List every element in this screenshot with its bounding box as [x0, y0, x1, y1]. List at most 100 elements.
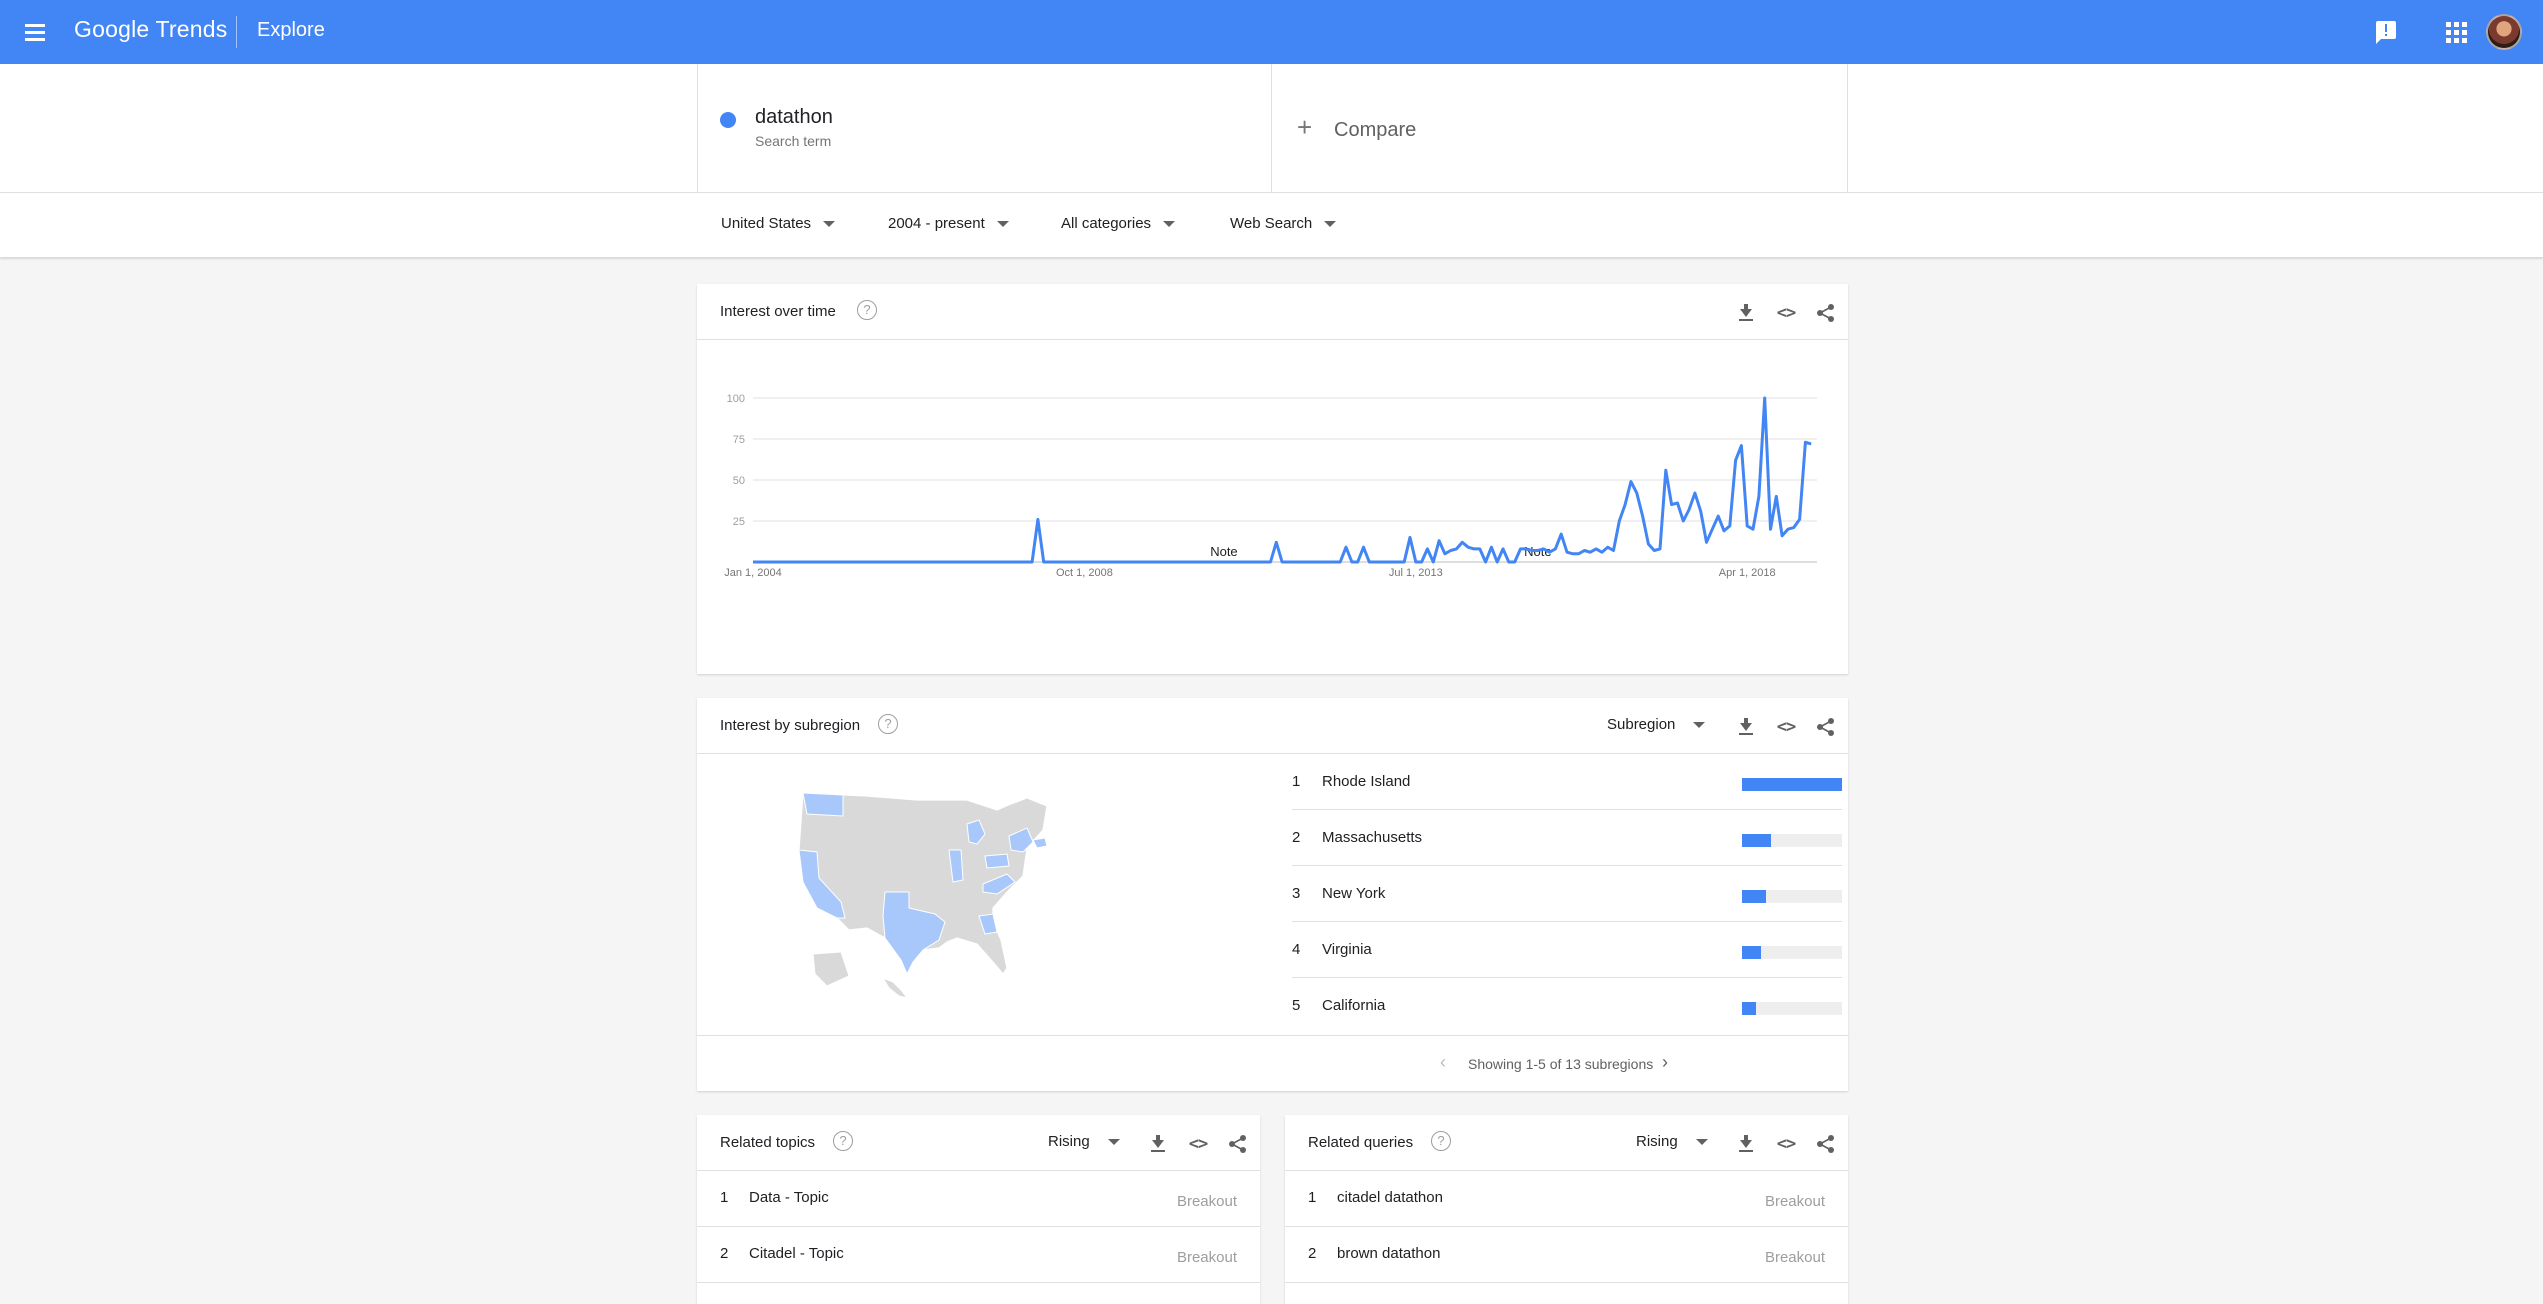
subregion-row[interactable]: 2 Massachusetts 29 [1292, 810, 1842, 866]
row-value: Breakout [1764, 1193, 1825, 1210]
page-title: Explore [257, 19, 325, 41]
avatar[interactable] [2486, 14, 2522, 50]
embed-code-icon[interactable]: <> [1775, 302, 1797, 324]
feedback-icon[interactable] [2373, 18, 2401, 46]
subregion-dropdown[interactable]: Subregion [1607, 716, 1706, 733]
row-rank: 1 [1292, 773, 1301, 790]
search-term-card[interactable]: datathon Search term [697, 64, 1272, 192]
row-name[interactable]: Data - Topic [749, 1189, 829, 1206]
time-filter-label: 2004 - present [888, 215, 985, 232]
header-divider [236, 16, 237, 48]
embed-code-icon[interactable]: <> [1775, 1133, 1797, 1155]
row-value: Breakout [1176, 1249, 1237, 1266]
card-title: Interest over time [720, 303, 836, 320]
caret-down-icon [1695, 1138, 1708, 1145]
map-state-alaska[interactable] [812, 951, 850, 987]
row-name[interactable]: Virginia [1322, 941, 1372, 958]
y-tick-label: 25 [733, 516, 745, 528]
y-tick-label: 100 [727, 393, 745, 405]
search-term[interactable]: datathon [755, 106, 833, 129]
row-rank: 1 [1308, 1189, 1317, 1206]
caret-down-icon [823, 220, 836, 227]
related-query-row[interactable]: 2 brown datathon Breakout [1285, 1227, 1848, 1283]
map-state-washington[interactable] [802, 792, 844, 817]
related-queries-card: Related queries ? Rising <> 1 citadel da… [1285, 1115, 1848, 1304]
download-icon[interactable] [1147, 1133, 1169, 1155]
map-state-pennsylvania[interactable] [984, 853, 1010, 869]
row-value: Breakout [1764, 1249, 1825, 1266]
download-icon[interactable] [1735, 716, 1757, 738]
y-tick-label: 50 [733, 475, 745, 487]
related-topic-row[interactable]: 1 Data - Topic Breakout [697, 1171, 1260, 1227]
subregion-row[interactable]: 3 New York 24 [1292, 866, 1842, 922]
map-state-hawaii[interactable] [881, 976, 909, 999]
help-icon[interactable]: ? [1431, 1131, 1451, 1151]
download-icon[interactable] [1735, 302, 1757, 324]
help-icon[interactable]: ? [833, 1131, 853, 1151]
caret-down-icon [1693, 721, 1706, 728]
embed-code-icon[interactable]: <> [1775, 716, 1797, 738]
row-name[interactable]: citadel datathon [1337, 1189, 1443, 1206]
us-subregion-map[interactable] [797, 790, 1057, 1005]
property-filter-label: Web Search [1230, 215, 1313, 232]
related-query-row[interactable]: 1 citadel datathon Breakout [1285, 1171, 1848, 1227]
card-header: Interest by subregion ? Subregion <> [697, 698, 1848, 754]
map-state-massachusetts[interactable] [1032, 837, 1048, 849]
row-name[interactable]: California [1322, 997, 1385, 1014]
card-title: Related queries [1308, 1134, 1414, 1151]
row-name[interactable]: brown datathon [1337, 1245, 1440, 1262]
subregion-row[interactable]: 1 Rhode Island 100 [1292, 754, 1842, 810]
pager-text: Showing 1-5 of 13 subregions [1468, 1056, 1654, 1072]
x-tick-label: Jan 1, 2004 [724, 567, 782, 579]
apps-grid-icon[interactable] [2442, 18, 2470, 46]
row-rank: 4 [1292, 941, 1301, 958]
share-icon[interactable] [1815, 716, 1837, 738]
row-name[interactable]: New York [1322, 885, 1385, 902]
menu-icon[interactable] [22, 20, 48, 44]
row-bar-fill [1742, 1002, 1756, 1015]
rising-dropdown-label: Rising [1636, 1133, 1678, 1150]
time-filter[interactable]: 2004 - present [888, 215, 1009, 232]
chevron-left-icon[interactable]: ‹ [1440, 1052, 1446, 1073]
rising-dropdown-label: Rising [1048, 1133, 1090, 1150]
caret-down-icon [996, 220, 1009, 227]
category-filter[interactable]: All categories [1061, 215, 1176, 232]
row-name[interactable]: Citadel - Topic [749, 1245, 844, 1262]
caret-down-icon [1107, 1138, 1120, 1145]
chevron-right-icon[interactable]: › [1662, 1052, 1668, 1073]
share-icon[interactable] [1227, 1133, 1249, 1155]
rising-dropdown[interactable]: Rising [1048, 1133, 1120, 1150]
row-bar [1742, 890, 1842, 903]
interest-line-chart[interactable]: 25 50 75 100 Jan 1, 2004 Oct 1, 2008 Jul 1, 20… [697, 340, 1848, 674]
embed-code-icon[interactable]: <> [1187, 1133, 1209, 1155]
row-rank: 3 [1292, 885, 1301, 902]
row-bar-fill [1742, 890, 1766, 903]
google-trends-logo[interactable]: Google Trends [74, 16, 227, 43]
share-icon[interactable] [1815, 302, 1837, 324]
row-rank: 2 [1292, 829, 1301, 846]
x-tick-label: Oct 1, 2008 [1056, 567, 1113, 579]
property-filter[interactable]: Web Search [1230, 215, 1337, 232]
card-header: Related topics ? Rising <> [697, 1115, 1260, 1171]
row-name[interactable]: Rhode Island [1322, 773, 1410, 790]
rising-dropdown[interactable]: Rising [1636, 1133, 1708, 1150]
download-icon[interactable] [1735, 1133, 1757, 1155]
subregion-dropdown-label: Subregion [1607, 716, 1676, 733]
row-bar-fill [1742, 834, 1771, 847]
related-topic-row[interactable]: 2 Citadel - Topic Breakout [697, 1227, 1260, 1283]
help-icon[interactable]: ? [878, 714, 898, 734]
card-title: Related topics [720, 1134, 816, 1151]
row-name[interactable]: Massachusetts [1322, 829, 1422, 846]
subregion-row[interactable]: 4 Virginia 19 [1292, 922, 1842, 978]
region-filter[interactable]: United States [721, 215, 836, 232]
y-tick-label: 75 [733, 434, 745, 446]
search-term-type: Search term [755, 133, 832, 149]
subregion-row[interactable]: 5 California 14 [1292, 978, 1842, 1034]
app-bar: Google Trends Explore [0, 0, 2543, 64]
help-icon[interactable]: ? [857, 300, 877, 320]
compare-label: Compare [1334, 119, 1417, 141]
row-bar [1742, 834, 1842, 847]
compare-button[interactable]: + Compare [1272, 64, 1848, 192]
share-icon[interactable] [1815, 1133, 1837, 1155]
interest-by-subregion-card: Interest by subregion ? Subregion <> 1 R… [697, 698, 1849, 1091]
